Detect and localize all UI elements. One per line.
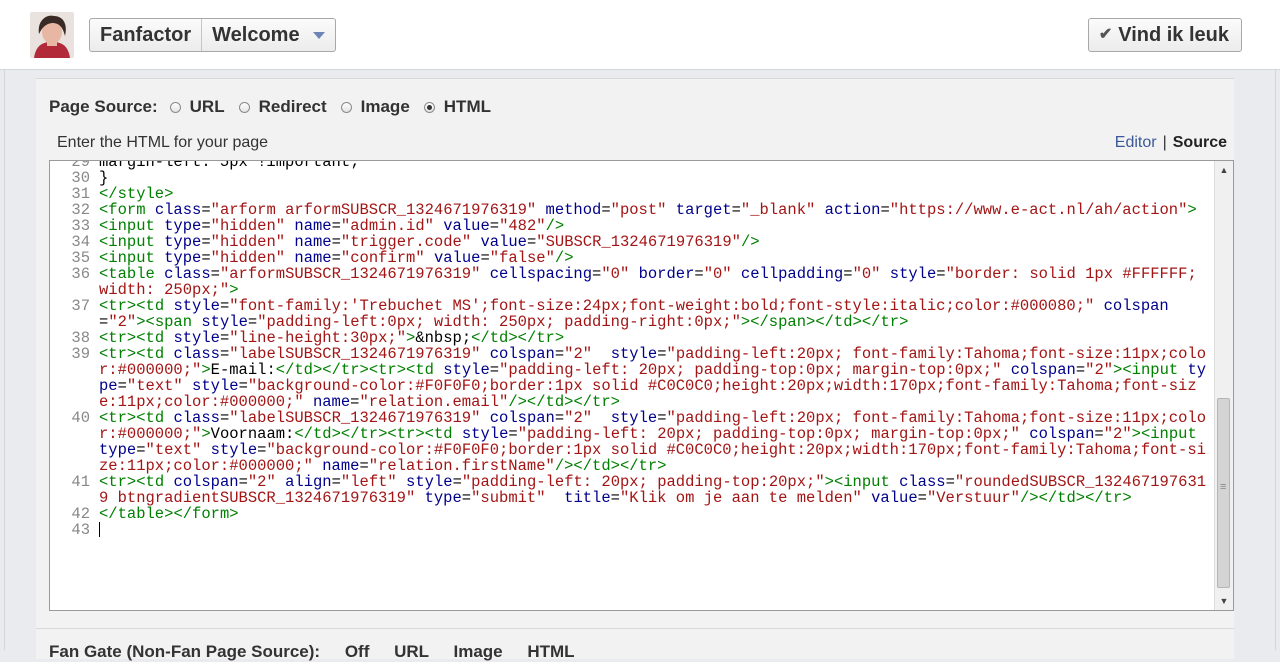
code-text[interactable]: <table class="arformSUBSCR_1324671976319… — [99, 266, 1215, 298]
page-source-label: Page Source: — [49, 97, 158, 116]
fan-gate-row: Fan Gate (Non-Fan Page Source): Off URL … — [49, 642, 575, 662]
radio-redirect-circle[interactable] — [238, 101, 250, 113]
top-bar: Fanfactor Welcome ✔ Vind ik leuk — [0, 0, 1280, 70]
welcome-dropdown-label: Welcome — [212, 24, 300, 46]
code-text[interactable]: <form class="arform arformSUBSCR_1324671… — [99, 202, 1215, 218]
checkmark-icon: ✔ — [1098, 26, 1113, 43]
code-line[interactable]: 42 </table></form> — [50, 506, 1215, 522]
line-number: 31 — [71, 185, 90, 203]
mode-separator: | — [1162, 134, 1167, 151]
code-text[interactable]: <tr><td style="line-height:30px;">&nbsp;… — [99, 330, 1215, 346]
code-line[interactable]: 41 <tr><td colspan="2" align="left" style… — [50, 474, 1215, 506]
code-text[interactable]: </table></form> — [99, 506, 1215, 522]
like-button-label: Vind ik leuk — [1118, 24, 1229, 46]
code-editor[interactable]: 29 margin-left: 5px !important; 30} 31 </sty… — [49, 160, 1234, 611]
like-button[interactable]: ✔ Vind ik leuk — [1087, 18, 1242, 52]
fan-gate-option-image[interactable]: Image — [453, 642, 502, 661]
radio-html-circle[interactable] — [423, 101, 435, 113]
line-number: 42 — [71, 505, 90, 523]
code-line[interactable]: 35 <input type="hidden" name="confirm" va… — [50, 250, 1215, 266]
source-link[interactable]: Source — [1173, 134, 1227, 151]
section-divider — [36, 628, 1234, 629]
fan-gate-option-off[interactable]: Off — [345, 642, 370, 661]
line-number: 39 — [71, 345, 90, 363]
code-text[interactable]: <input type="hidden" name="admin.id" val… — [99, 218, 1215, 234]
line-number: 32 — [71, 201, 90, 219]
scroll-down-icon[interactable]: ▼ — [1215, 592, 1233, 610]
code-text[interactable]: <tr><td class="labelSUBSCR_1324671976319… — [99, 410, 1215, 474]
code-text[interactable]: </style> — [99, 186, 1215, 202]
line-number: 38 — [71, 329, 90, 347]
scroll-thumb[interactable] — [1217, 398, 1230, 588]
editor-hint: Enter the HTML for your page — [57, 134, 269, 151]
scroll-up-icon[interactable]: ▲ — [1215, 161, 1233, 179]
radio-image[interactable]: Image — [340, 97, 410, 117]
code-text[interactable]: <input type="hidden" name="trigger.code"… — [99, 234, 1215, 250]
line-number: 35 — [71, 249, 90, 267]
page-source-row: Page Source: URL Redirect Image HTML — [49, 97, 505, 117]
radio-image-circle[interactable] — [340, 101, 352, 113]
code-line[interactable]: 40 <tr><td class="labelSUBSCR_13246719763… — [50, 410, 1215, 474]
avatar[interactable] — [30, 12, 74, 58]
vertical-scrollbar[interactable]: ▲ ▼ — [1214, 161, 1233, 610]
code-line[interactable]: 37 <tr><td style="font-family:'Trebuchet … — [50, 298, 1215, 330]
code-text[interactable]: <tr><td style="font-family:'Trebuchet MS… — [99, 298, 1215, 330]
radio-image-label: Image — [360, 97, 410, 116]
line-number: 36 — [71, 265, 90, 283]
radio-url-label: URL — [189, 97, 225, 116]
code-line[interactable]: 33 <input type="hidden" name="admin.id" v… — [50, 218, 1215, 234]
line-number: 41 — [71, 473, 90, 491]
line-number: 30 — [71, 169, 90, 187]
radio-url-circle[interactable] — [169, 101, 181, 113]
code-text[interactable]: <input type="hidden" name="confirm" valu… — [99, 250, 1215, 266]
code-line[interactable]: 36 <table class="arformSUBSCR_13246719763… — [50, 266, 1215, 298]
chevron-down-icon — [313, 18, 326, 50]
fan-gate-label: Fan Gate (Non-Fan Page Source): — [49, 642, 321, 661]
code-text[interactable] — [99, 522, 1215, 538]
code-text[interactable]: margin-left: 5px !important; — [99, 161, 1215, 170]
welcome-dropdown[interactable]: Welcome — [201, 19, 335, 51]
line-number: 34 — [71, 233, 90, 251]
radio-html-label: HTML — [443, 97, 491, 116]
code-line[interactable]: 38 <tr><td style="line-height:30px;">&nbs… — [50, 330, 1215, 346]
app-name-button[interactable]: Fanfactor — [90, 19, 201, 51]
code-text[interactable]: <tr><td class="labelSUBSCR_1324671976319… — [99, 346, 1215, 410]
code-line[interactable]: 39 <tr><td class="labelSUBSCR_13246719763… — [50, 346, 1215, 410]
fan-gate-option-html[interactable]: HTML — [527, 642, 574, 661]
right-border — [1275, 70, 1276, 650]
code-lines[interactable]: 29 margin-left: 5px !important; 30} 31 </sty… — [50, 161, 1215, 538]
code-line[interactable]: 34 <input type="hidden" name="trigger.cod… — [50, 234, 1215, 250]
code-line[interactable]: 30} — [50, 170, 1215, 186]
code-line[interactable]: 43 — [50, 522, 1215, 538]
line-number: 37 — [71, 297, 90, 315]
radio-redirect-label: Redirect — [258, 97, 327, 116]
code-text[interactable]: <tr><td colspan="2" align="left" style="… — [99, 474, 1215, 506]
code-line[interactable]: 32 <form class="arform arformSUBSCR_13246… — [50, 202, 1215, 218]
code-line[interactable]: 31 </style> — [50, 186, 1215, 202]
code-text[interactable]: } — [99, 170, 1215, 186]
editor-mode-switch: Editor | Source — [1115, 134, 1227, 152]
line-number: 40 — [71, 409, 90, 427]
radio-html[interactable]: HTML — [423, 97, 491, 117]
left-border — [4, 70, 5, 650]
editor-link[interactable]: Editor — [1115, 134, 1157, 151]
text-cursor — [99, 522, 100, 538]
app-menu-group: Fanfactor Welcome — [89, 18, 337, 52]
fan-gate-option-url[interactable]: URL — [394, 642, 429, 661]
line-number: 33 — [71, 217, 90, 235]
radio-redirect[interactable]: Redirect — [238, 97, 327, 117]
radio-url[interactable]: URL — [169, 97, 225, 117]
code-line[interactable]: 29 margin-left: 5px !important; — [50, 161, 1215, 170]
line-number: 43 — [71, 521, 90, 539]
